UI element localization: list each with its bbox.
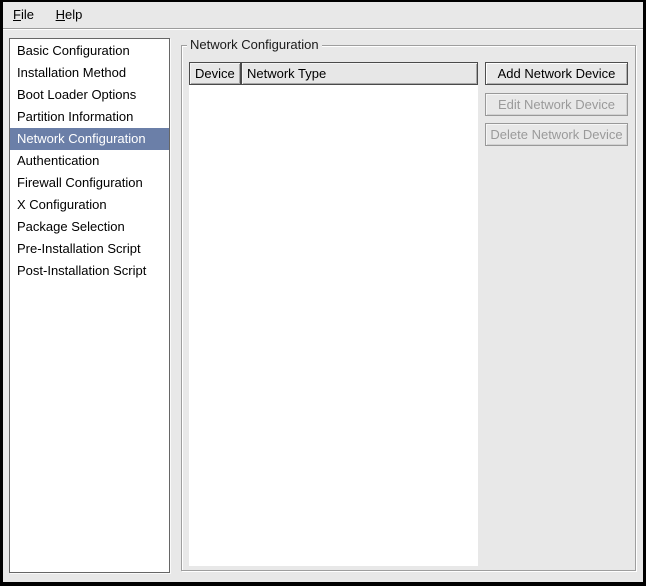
sidebar-item-x-configuration[interactable]: X Configuration bbox=[10, 194, 169, 216]
frame-title: Network Configuration bbox=[187, 36, 322, 54]
sidebar-item-installation-method[interactable]: Installation Method bbox=[10, 62, 169, 84]
sidebar-item-partition-information[interactable]: Partition Information bbox=[10, 106, 169, 128]
menu-help[interactable]: Help bbox=[47, 2, 92, 28]
network-configuration-frame: Network Configuration Device Network Typ… bbox=[181, 45, 636, 571]
sidebar-item-firewall-configuration[interactable]: Firewall Configuration bbox=[10, 172, 169, 194]
delete-network-device-button: Delete Network Device bbox=[485, 123, 628, 146]
menubar: File Help bbox=[3, 2, 643, 29]
edit-network-device-button: Edit Network Device bbox=[485, 93, 628, 116]
column-header-device[interactable]: Device bbox=[189, 62, 241, 85]
sidebar-item-authentication[interactable]: Authentication bbox=[10, 150, 169, 172]
sidebar-item-network-configuration[interactable]: Network Configuration bbox=[10, 128, 169, 150]
kickstart-configurator-window: File Help Basic Configuration Installati… bbox=[3, 2, 643, 582]
sidebar-item-post-installation-script[interactable]: Post-Installation Script bbox=[10, 260, 169, 282]
sidebar-item-boot-loader-options[interactable]: Boot Loader Options bbox=[10, 84, 169, 106]
add-network-device-button[interactable]: Add Network Device bbox=[485, 62, 628, 85]
section-list: Basic Configuration Installation Method … bbox=[9, 38, 170, 573]
network-device-list bbox=[189, 85, 478, 566]
menu-file[interactable]: File bbox=[4, 2, 43, 28]
sidebar-item-pre-installation-script[interactable]: Pre-Installation Script bbox=[10, 238, 169, 260]
sidebar-item-basic-configuration[interactable]: Basic Configuration bbox=[10, 40, 169, 62]
device-table-header: Device Network Type bbox=[189, 62, 478, 85]
sidebar-item-package-selection[interactable]: Package Selection bbox=[10, 216, 169, 238]
column-header-network-type[interactable]: Network Type bbox=[241, 62, 478, 85]
